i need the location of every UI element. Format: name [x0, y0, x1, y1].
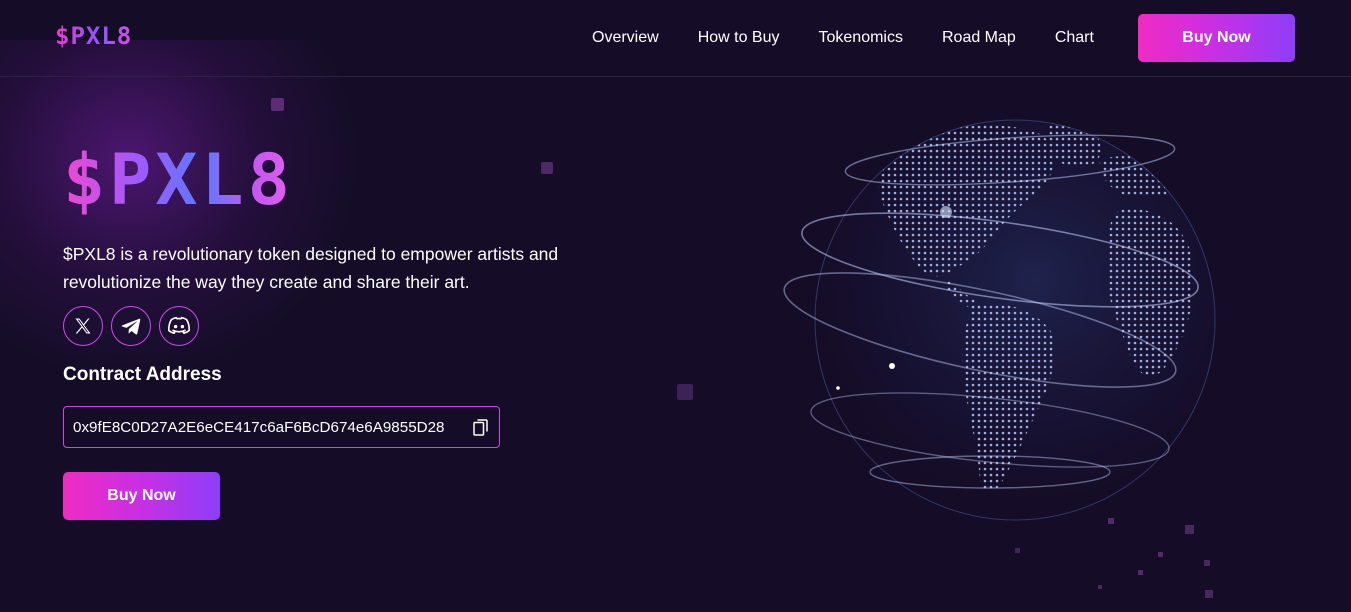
hero-description: $PXL8 is a revolutionary token designed … — [63, 244, 559, 292]
hero-buy-now-button[interactable]: Buy Now — [63, 472, 220, 520]
nav-link-how-to-buy[interactable]: How to Buy — [698, 28, 780, 48]
header-buy-now-button[interactable]: Buy Now — [1138, 14, 1295, 62]
discord-social-button[interactable] — [159, 306, 199, 346]
nav-link-road-map[interactable]: Road Map — [942, 28, 1016, 48]
telegram-social-button[interactable] — [111, 306, 151, 346]
header-logo[interactable]: $PXL8 — [55, 22, 132, 50]
copy-icon[interactable] — [473, 419, 489, 437]
contract-address-title: Contract Address — [63, 364, 222, 385]
nav-link-tokenomics[interactable]: Tokenomics — [819, 28, 903, 48]
telegram-icon — [121, 318, 141, 335]
site-header: $PXL8 Overview How to Buy Tokenomics Roa… — [0, 0, 1351, 77]
nav-link-overview[interactable]: Overview — [592, 28, 659, 48]
social-links — [63, 306, 199, 346]
x-social-button[interactable] — [63, 306, 103, 346]
decorative-square — [541, 162, 553, 174]
contract-address-value[interactable]: 0x9fE8C0D27A2E6eCE417c6aF6BcD674e6A9855D… — [73, 419, 445, 436]
hero-logo: $PXL8 — [63, 139, 294, 221]
decorative-square — [271, 98, 284, 111]
nav-link-chart[interactable]: Chart — [1055, 28, 1094, 48]
x-icon — [75, 318, 91, 334]
globe-illustration — [783, 119, 1216, 598]
main-nav: Overview How to Buy Tokenomics Road Map … — [592, 28, 1133, 48]
page: $PXL8 Overview How to Buy Tokenomics Roa… — [0, 0, 1351, 612]
contract-address-field[interactable]: 0x9fE8C0D27A2E6eCE417c6aF6BcD674e6A9855D… — [63, 406, 500, 448]
discord-icon — [167, 316, 191, 334]
decorative-square — [677, 384, 693, 400]
